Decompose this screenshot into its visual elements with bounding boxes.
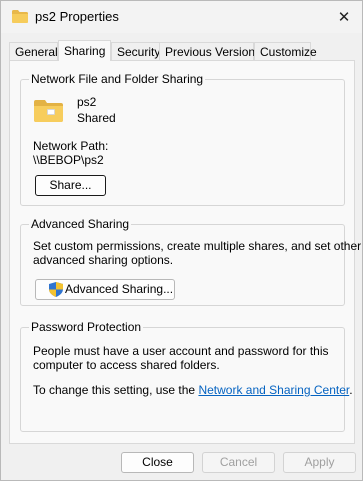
password-protection-line1: People must have a user account and pass… [33, 344, 329, 358]
uac-shield-icon [49, 282, 63, 303]
password-protection-line2: computer to access shared folders. [33, 358, 220, 372]
share-button[interactable]: Share... [35, 175, 106, 196]
advanced-sharing-label: Advanced Sharing... [65, 282, 174, 296]
share-button-label: Share... [49, 178, 92, 192]
password-protection-group: Password Protection People must have a u… [20, 320, 353, 432]
apply-button[interactable]: Apply [283, 452, 356, 473]
close-button-label: Close [142, 455, 173, 469]
network-sharing-group: Network File and Folder Sharing ps2 Shar… [20, 72, 345, 206]
advanced-sharing-description-line2: advanced sharing options. [33, 253, 174, 267]
tab-customize[interactable]: Customize [254, 42, 317, 60]
change-setting-suffix: . [349, 383, 353, 397]
network-path-value: \\BEBOP\ps2 [33, 153, 104, 167]
folder-status: Shared [77, 111, 116, 125]
change-setting-prefix: To change this setting, use the [33, 383, 199, 397]
properties-window: ps2 Properties ✕ General Sharing Securit… [0, 0, 363, 481]
network-path-label: Network Path: [33, 139, 109, 153]
tab-label: Previous Versions [165, 45, 262, 59]
close-icon[interactable]: ✕ [326, 1, 362, 33]
folder-name: ps2 [77, 95, 97, 109]
tab-label: General [15, 45, 58, 59]
advanced-sharing-group: Advanced Sharing Set custom permissions,… [20, 217, 361, 306]
cancel-button-label: Cancel [219, 455, 258, 469]
network-sharing-center-link[interactable]: Network and Sharing Center [198, 383, 349, 397]
close-button[interactable]: Close [121, 452, 194, 473]
tab-label: Customize [260, 45, 317, 59]
advanced-sharing-description-line1: Set custom permissions, create multiple … [33, 239, 362, 253]
cancel-button[interactable]: Cancel [202, 452, 275, 473]
tab-general[interactable]: General [9, 42, 58, 60]
tab-label: Sharing [64, 44, 106, 58]
group-label: Password Protection [29, 320, 144, 334]
change-setting-text: To change this setting, use the Network … [33, 383, 353, 397]
title-bar: ps2 Properties ✕ [1, 1, 362, 33]
apply-button-label: Apply [304, 455, 335, 469]
tab-previous-versions[interactable]: Previous Versions [159, 42, 261, 60]
tab-label: Security [117, 45, 161, 59]
advanced-sharing-button[interactable]: Advanced Sharing... [35, 279, 175, 300]
group-label: Advanced Sharing [29, 217, 132, 231]
tab-security[interactable]: Security [111, 42, 161, 60]
shared-folder-icon [34, 99, 64, 126]
folder-icon [12, 10, 28, 26]
window-title: ps2 Properties [35, 9, 119, 24]
tab-sharing[interactable]: Sharing [58, 40, 111, 61]
group-label: Network File and Folder Sharing [29, 72, 206, 86]
sharing-panel: Network File and Folder Sharing ps2 Shar… [9, 60, 361, 444]
